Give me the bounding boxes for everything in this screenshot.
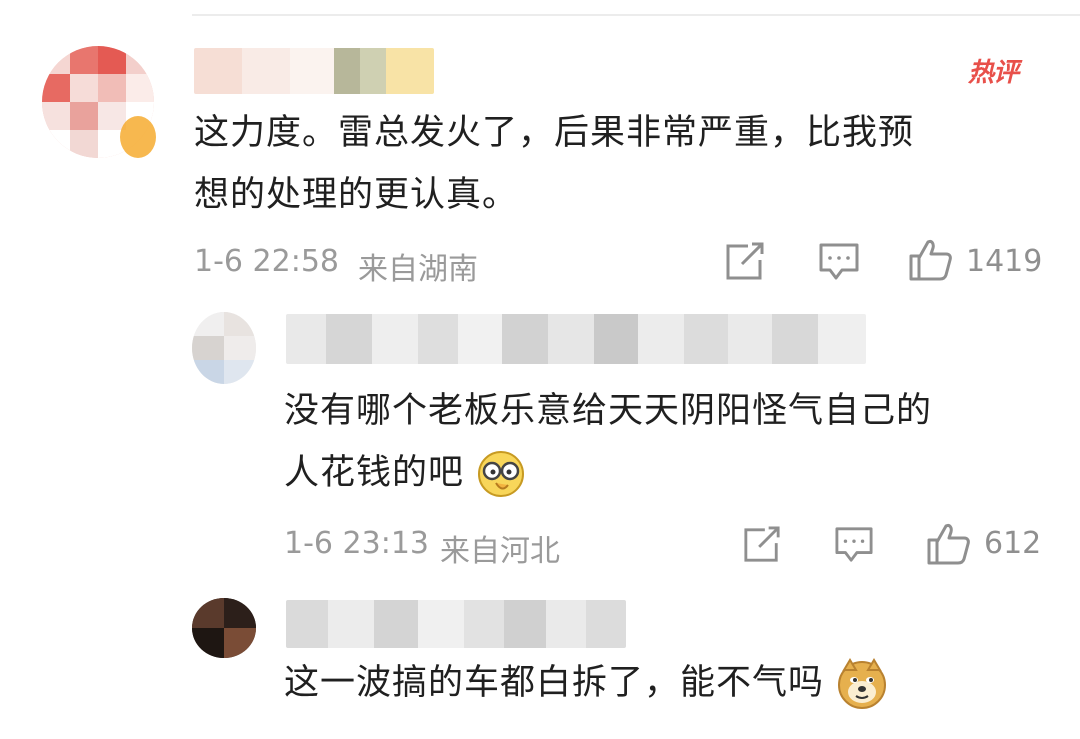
username-blurred[interactable]	[194, 48, 434, 94]
top-divider	[192, 14, 1080, 16]
like-count: 612	[984, 526, 1042, 561]
username-blurred[interactable]	[286, 600, 626, 648]
comment-text-line-2-row: 人花钱的吧	[284, 444, 526, 502]
share-icon[interactable]	[742, 526, 782, 564]
comment-timestamp: 1-6 22:58	[194, 244, 339, 279]
comment-timestamp: 1-6 23:13	[284, 526, 429, 561]
comment-icon[interactable]	[834, 526, 874, 564]
avatar[interactable]	[192, 598, 256, 658]
comment-text-line-2: 想的处理的更认真。	[194, 175, 519, 215]
comment-location: 来自湖南	[358, 252, 478, 287]
comment-text-line-1: 这一波搞的车都白拆了，能不气吗	[284, 663, 825, 703]
comment-text-line-1: 没有哪个老板乐意给天天阴阳怪气自己的	[284, 391, 933, 431]
share-icon[interactable]	[724, 242, 766, 282]
comment-text-row: 这一波搞的车都白拆了，能不气吗	[284, 654, 888, 712]
comment-text-line-2: 人花钱的吧	[284, 453, 465, 493]
thinking-glasses-emoji	[478, 451, 525, 497]
like-count: 1419	[966, 244, 1043, 279]
comment-location: 来自河北	[440, 534, 560, 569]
comment-text-line-1: 这力度。雷总发火了，后果非常严重，比我预	[194, 113, 915, 153]
vip-badge-icon	[120, 116, 156, 158]
hot-comment-badge: 热评	[968, 58, 1019, 88]
comment-icon[interactable]	[818, 242, 860, 282]
thumbs-up-icon[interactable]	[926, 522, 972, 566]
doge-emoji	[838, 658, 887, 709]
username-blurred[interactable]	[286, 314, 866, 364]
avatar[interactable]	[192, 312, 256, 384]
thumbs-up-icon[interactable]	[908, 238, 954, 282]
